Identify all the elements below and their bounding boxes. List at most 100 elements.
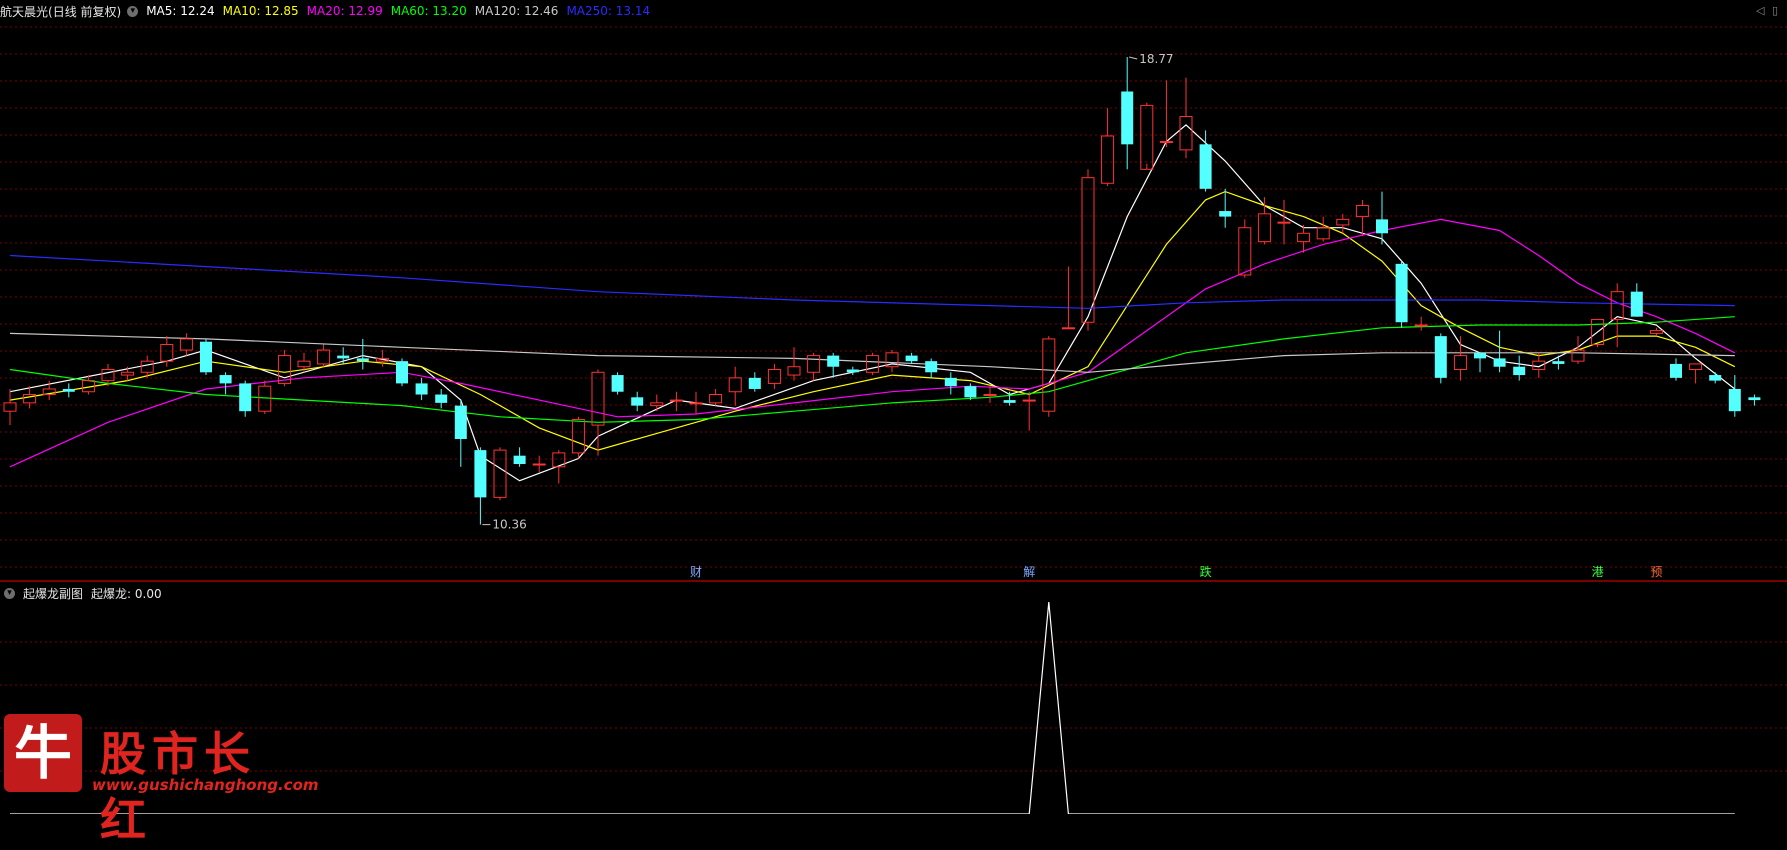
candle-body <box>827 355 840 367</box>
candle <box>1121 57 1134 170</box>
candle <box>337 347 350 364</box>
ma-line-ma250 <box>9 254 1735 309</box>
candle-body <box>121 371 135 376</box>
candle-body <box>1689 363 1703 371</box>
watermark-logo: 牛 股市长红 www.gushichanghong.com <box>4 710 319 847</box>
candle-body <box>728 377 742 393</box>
candle-body <box>650 402 664 407</box>
candle-body <box>140 360 154 373</box>
candle-body <box>1257 213 1271 243</box>
panel-toggle-icon[interactable]: ▯ <box>1772 4 1778 17</box>
candle <box>81 375 95 395</box>
ma60-label: MA60: 13.20 <box>390 4 467 18</box>
price-annotation-label: 10.36 <box>492 518 526 532</box>
event-marker: 预 <box>1650 565 1662 579</box>
candle-body <box>454 405 467 439</box>
candle <box>728 366 742 406</box>
candle <box>1336 213 1350 234</box>
candle <box>200 338 212 376</box>
candle-body <box>1493 358 1506 367</box>
annotation-layer: 18.77 10.36 财 解 跌 港 预 <box>482 52 1662 579</box>
stock-name: 航天晨光 <box>0 4 49 19</box>
candle <box>1238 219 1252 278</box>
candle-body <box>1532 360 1546 371</box>
candle-body <box>709 394 723 404</box>
candle <box>1219 188 1232 228</box>
candle-body <box>807 355 821 373</box>
candle <box>1709 372 1722 384</box>
candle <box>493 447 507 501</box>
event-marker: 财 <box>690 565 702 579</box>
candle <box>1355 199 1369 237</box>
candle <box>552 450 566 484</box>
candle-body <box>1649 330 1663 334</box>
watermark-url: www.gushichanghong.com <box>92 776 319 794</box>
chart-canvas[interactable]: 18.77 10.36 财 解 跌 港 预 <box>0 0 1787 815</box>
candle <box>787 347 801 381</box>
candle <box>239 380 252 417</box>
candle-body <box>1081 177 1095 323</box>
candle <box>1453 336 1467 381</box>
candle-body <box>1199 144 1212 189</box>
candle <box>925 358 938 378</box>
candle-body <box>62 388 75 392</box>
ma5-label: MA5: 12.24 <box>146 4 215 18</box>
grid-layer <box>0 26 1787 772</box>
candle <box>983 386 997 403</box>
candle <box>748 372 761 392</box>
candle-body <box>1277 221 1291 224</box>
ma120-label: MA120: 12.46 <box>474 4 559 18</box>
candle-body <box>669 399 683 402</box>
candle <box>1316 216 1330 242</box>
collapse-chevron-icon[interactable]: ▾ <box>127 5 139 17</box>
ma10-label: MA10: 12.85 <box>222 4 299 18</box>
candle-body <box>865 355 879 373</box>
candle-body <box>1414 324 1428 327</box>
price-annotation-label: 18.77 <box>1139 52 1173 66</box>
collapse-left-arrow-icon[interactable]: ◁ <box>1756 4 1764 17</box>
candle-body <box>689 402 703 405</box>
candle <box>1159 80 1173 148</box>
sub-legend: ▾ 起爆龙副图 起爆龙: 0.00 <box>0 583 170 603</box>
candle-body <box>1179 116 1193 151</box>
candle-body <box>3 402 17 412</box>
candle-body <box>767 369 781 384</box>
ma-line-ma20 <box>9 218 1736 468</box>
candle-body <box>317 349 331 365</box>
candle-body <box>179 338 193 351</box>
candle-body <box>1297 232 1311 243</box>
candle-body <box>1219 211 1232 217</box>
candle-body <box>513 455 526 465</box>
candle <box>1552 355 1565 370</box>
candle <box>396 358 408 387</box>
candle <box>435 388 448 409</box>
event-marker: 跌 <box>1200 564 1212 579</box>
candle <box>1140 102 1154 170</box>
stock-chart[interactable]: 18.77 10.36 财 解 跌 港 预 航天晨光 (日线 前复权) ▾ MA5: 12.… <box>0 0 1787 847</box>
candle <box>807 352 821 381</box>
low-price-annotation: 10.36 <box>482 518 527 532</box>
sub-collapse-chevron-icon[interactable]: ▾ <box>4 587 15 599</box>
candle <box>1748 394 1761 406</box>
candle <box>454 400 467 467</box>
candle-body <box>1709 375 1722 381</box>
candle-body <box>1376 219 1388 234</box>
candle-body <box>1061 327 1075 330</box>
candle-body <box>493 449 507 498</box>
candle <box>1630 283 1643 317</box>
candle <box>611 372 624 395</box>
candle <box>415 377 428 401</box>
candle-body <box>846 369 859 373</box>
candle-body <box>1571 349 1585 362</box>
candle <box>1670 358 1682 381</box>
candle <box>905 352 918 364</box>
candle <box>1376 191 1388 245</box>
candle-body <box>1728 388 1741 412</box>
annotation-arrow <box>1129 56 1138 60</box>
candle <box>1277 199 1291 245</box>
candle <box>317 344 331 367</box>
candle <box>1061 266 1075 330</box>
candle-body <box>1552 361 1565 364</box>
candle-body <box>1748 397 1761 401</box>
candle <box>650 394 664 412</box>
